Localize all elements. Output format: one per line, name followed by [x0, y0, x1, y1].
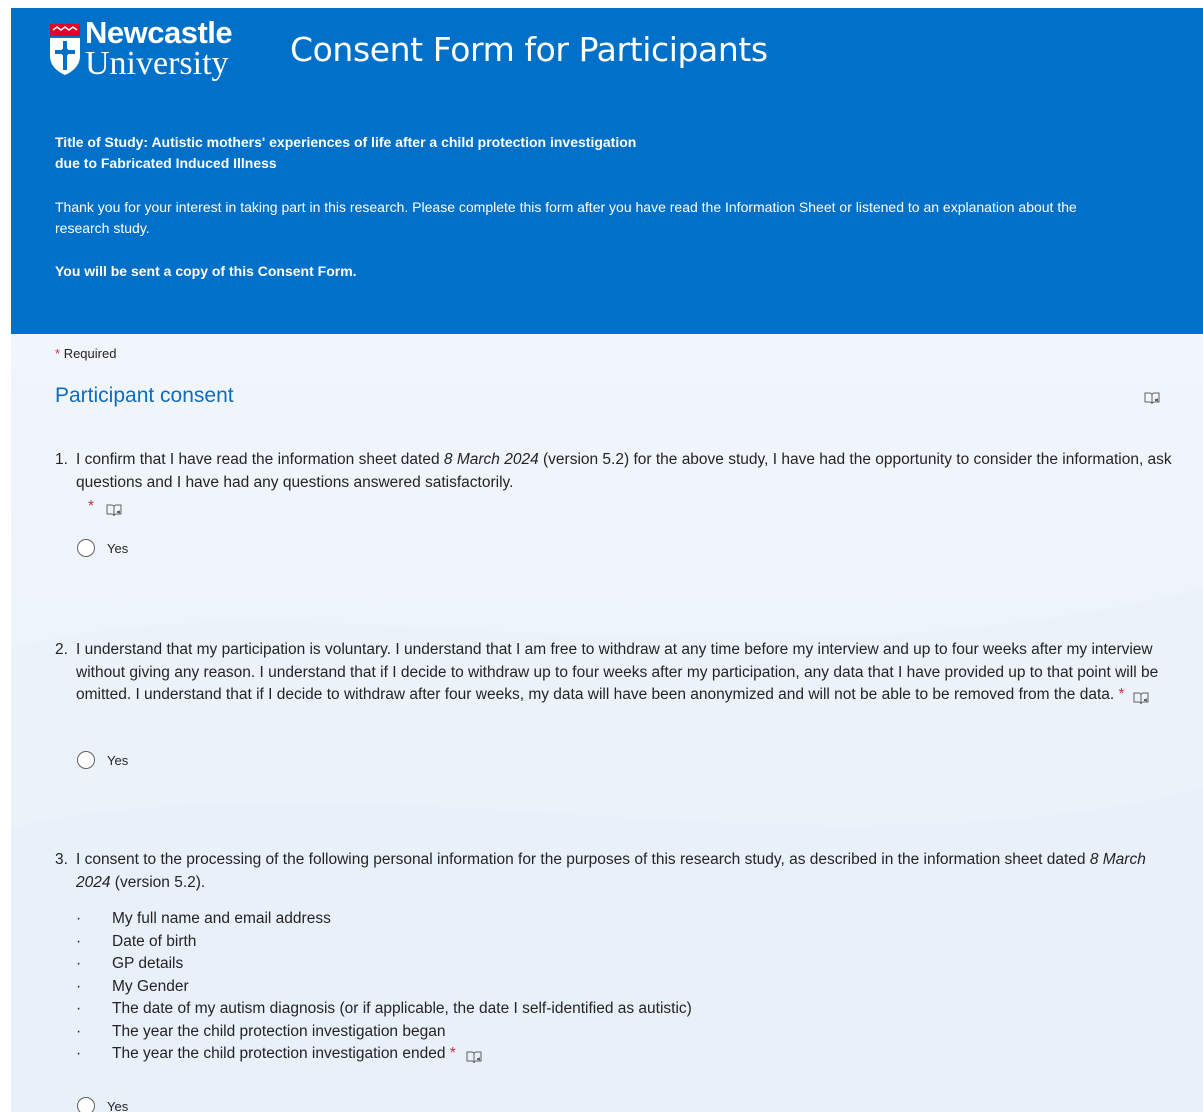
- question-text-part: I understand that my participation is vo…: [76, 641, 1159, 703]
- bullet: ·: [76, 910, 82, 927]
- study-title-line-1: Title of Study: Autistic mothers' experi…: [55, 134, 637, 150]
- question-text-part: (version 5.2).: [110, 873, 206, 891]
- question-1: 1. I confirm that I have read the inform…: [55, 449, 1175, 519]
- logo-text-university: University: [85, 45, 229, 82]
- question-text-part: I consent to the processing of the follo…: [76, 851, 1090, 868]
- question-3: 3. I consent to the processing of the fo…: [55, 849, 1175, 1066]
- list-item: · My Gender: [76, 976, 1175, 999]
- question-required-row: *: [88, 496, 1175, 519]
- list-item: · My full name and email address: [76, 908, 1175, 931]
- question-number: 1.: [55, 451, 68, 468]
- required-label: Required: [63, 346, 117, 361]
- intro-text-line-1: Thank you for your interest in taking pa…: [55, 199, 1077, 215]
- immersive-reader-icon[interactable]: [466, 1046, 482, 1063]
- list-item-text: My Gender: [112, 977, 189, 995]
- question-text-part: I confirm that I have read the informati…: [76, 451, 444, 468]
- list-item: · GP details: [76, 953, 1175, 976]
- option-label: Yes: [107, 540, 129, 556]
- radio-button[interactable]: [77, 1097, 95, 1112]
- list-item: · The date of my autism diagnosis (or if …: [76, 998, 1175, 1021]
- immersive-reader-icon[interactable]: [1133, 687, 1149, 704]
- list-item: · Date of birth: [76, 931, 1175, 954]
- required-star: *: [449, 1045, 456, 1062]
- list-item-text: The date of my autism diagnosis (or if a…: [112, 1000, 692, 1017]
- required-star: *: [55, 346, 61, 361]
- question-text: I understand that my participation is vo…: [76, 639, 1175, 707]
- form-header: Newcastle University Consent Form for Pa…: [11, 8, 1203, 334]
- immersive-reader-icon[interactable]: [1144, 389, 1160, 407]
- question-1-option-yes[interactable]: Yes: [77, 539, 128, 557]
- bullet: ·: [76, 1000, 82, 1017]
- question-3-option-yes[interactable]: Yes: [77, 1097, 128, 1112]
- question-text: I consent to the processing of the follo…: [76, 849, 1175, 894]
- question-2: 2. I understand that my participation is…: [55, 639, 1175, 707]
- question-number: 3.: [55, 851, 68, 868]
- radio-button[interactable]: [77, 751, 95, 769]
- list-item-text: Date of birth: [112, 932, 197, 950]
- section-title: Participant consent: [55, 384, 234, 407]
- radio-button[interactable]: [77, 539, 95, 557]
- bullet: ·: [76, 1022, 82, 1040]
- form-container: Newcastle University Consent Form for Pa…: [11, 8, 1203, 1112]
- list-item: · The year the child protection investiga…: [76, 1043, 1175, 1066]
- copy-note: You will be sent a copy of this Consent …: [55, 263, 357, 279]
- immersive-reader-icon[interactable]: [106, 499, 122, 516]
- option-label: Yes: [107, 1098, 129, 1112]
- question-text: I confirm that I have read the informati…: [76, 449, 1175, 494]
- question-date: 8 March 2024: [443, 451, 539, 468]
- question-2-option-yes[interactable]: Yes: [77, 751, 128, 769]
- required-note: * Required: [55, 346, 116, 361]
- list-item-text: The year the child protection investigat…: [112, 1022, 446, 1040]
- bullet: ·: [76, 1045, 82, 1062]
- list-item: · The year the child protection investiga…: [76, 1021, 1175, 1044]
- form-title: Consent Form for Participants: [290, 30, 768, 69]
- intro-text-line-2: research study.: [55, 220, 150, 236]
- required-star: *: [1118, 686, 1125, 703]
- bullet: ·: [76, 977, 82, 995]
- list-item-text: My full name and email address: [112, 910, 331, 927]
- bullet: ·: [76, 932, 82, 950]
- option-label: Yes: [107, 752, 129, 768]
- question-number: 2.: [55, 641, 68, 658]
- personal-info-list: · My full name and email address · Date of…: [76, 908, 1175, 1066]
- list-item-text: The year the child protection investigat…: [112, 1045, 446, 1062]
- required-star: *: [88, 498, 95, 515]
- newcastle-university-logo: Newcastle University: [49, 16, 269, 82]
- study-title-line-2: due to Fabricated Induced Illness: [55, 155, 277, 171]
- list-item-text: GP details: [112, 955, 184, 972]
- university-crest-icon: [50, 24, 80, 75]
- bullet: ·: [76, 955, 82, 972]
